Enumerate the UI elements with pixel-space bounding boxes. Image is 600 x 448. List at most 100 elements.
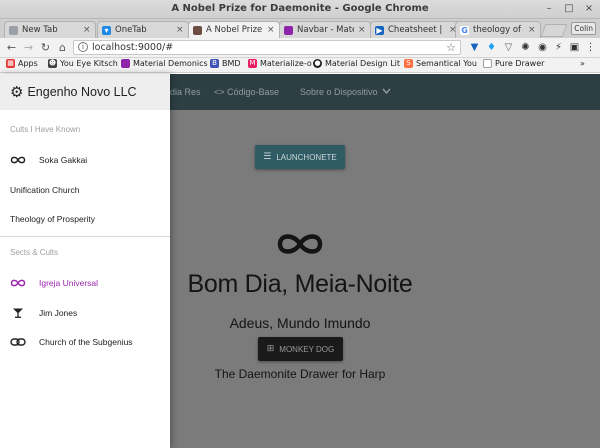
- inspector-extension-icon[interactable]: ▣: [569, 42, 580, 53]
- home-icon[interactable]: ⌂: [56, 41, 69, 54]
- address-url[interactable]: localhost:9000/#: [92, 42, 173, 53]
- tab-label: A Nobel Prize fo: [206, 25, 263, 35]
- tab-strip: New Tab × ▾ OneTab × A Nobel Prize fo × …: [0, 19, 600, 38]
- drawer-item-label: Soka Gakkai: [39, 155, 88, 165]
- you-eye-kitsch-icon: ☻: [48, 59, 57, 68]
- tab-cheatsheet[interactable]: ▶ Cheatsheet | F ×: [370, 21, 462, 38]
- tab-new-tab[interactable]: New Tab ×: [4, 21, 96, 38]
- bookmark-label: Material Design Lit: [325, 59, 401, 68]
- tab-label: theology of w: [473, 25, 524, 35]
- drawer-item-jim-jones[interactable]: Jim Jones: [0, 299, 170, 327]
- minimize-button[interactable]: –: [544, 3, 554, 15]
- onetab-extension-icon[interactable]: ▼: [469, 42, 480, 53]
- bookmark-label: Apps: [18, 59, 38, 68]
- twitter-extension-icon[interactable]: ♦: [486, 42, 497, 53]
- github-icon: ●: [313, 59, 322, 68]
- infinity-icon: [277, 234, 323, 254]
- chevron-down-icon[interactable]: [382, 88, 391, 94]
- menu-lines-icon: ☰: [263, 152, 272, 162]
- window-title: A Nobel Prize for Daemonite - Google Chr…: [171, 3, 429, 14]
- overflow-chevron-icon: »: [580, 59, 585, 68]
- tab-label: New Tab: [22, 25, 58, 35]
- camera-extension-icon[interactable]: ◉: [537, 42, 548, 53]
- user-profile-button[interactable]: Colin: [571, 22, 596, 35]
- gears-icon: ⚙: [10, 82, 24, 101]
- bookmark-bmd[interactable]: B BMD: [210, 59, 241, 68]
- drawer-item-label: Jim Jones: [39, 308, 78, 318]
- bookmarks-bar: ▦ Apps ☻ You Eye Kitsch Material Demonic…: [0, 58, 600, 73]
- tab-theology[interactable]: G theology of w ×: [455, 21, 541, 38]
- link-icon: [10, 338, 26, 346]
- drawer-item-label: Igreja Universal: [39, 278, 99, 288]
- forward-arrow-icon[interactable]: →: [22, 41, 35, 54]
- bookmark-apps[interactable]: ▦ Apps: [6, 59, 38, 68]
- newtab-icon: [9, 25, 18, 35]
- browser-toolbar: ← → ↻ ⌂ i localhost:9000/# ☆ ▼ ♦ ▽ ✺ ◉ ⚡…: [0, 38, 600, 58]
- nav-link-sobre[interactable]: Sobre o Dispositivo: [300, 87, 378, 97]
- close-icon[interactable]: ×: [528, 25, 536, 35]
- close-icon[interactable]: ×: [358, 25, 366, 35]
- nav-link-codigo-base[interactable]: <> Código-Base: [214, 87, 279, 97]
- tab-onetab[interactable]: ▾ OneTab ×: [97, 21, 189, 38]
- address-bar[interactable]: i localhost:9000/# ☆: [73, 40, 461, 55]
- drawer-item-igreja-universal[interactable]: Igreja Universal: [0, 269, 170, 297]
- sitemap-icon: ⊞: [266, 344, 275, 354]
- reload-icon[interactable]: ↻: [39, 41, 52, 54]
- bookmark-label: BMD: [222, 59, 241, 68]
- bookmark-label: Material Demonics: [133, 59, 208, 68]
- semantical-icon: S: [404, 59, 413, 68]
- bookmark-material-design-lite[interactable]: ● Material Design Lit: [313, 59, 400, 68]
- launchonete-label: LAUNCHONETE: [276, 152, 337, 162]
- cheatsheet-icon: ▶: [375, 25, 384, 35]
- window-titlebar: A Nobel Prize for Daemonite - Google Chr…: [0, 0, 600, 19]
- close-window-button[interactable]: ×: [584, 3, 594, 15]
- flash-extension-icon[interactable]: ⚡: [553, 42, 564, 53]
- side-drawer: ⚙ Engenho Novo LLC Cults I Have Known So…: [0, 74, 170, 448]
- tab-label: Navbar - Mate: [297, 25, 354, 35]
- bookmark-label: You Eye Kitsch: [60, 59, 118, 68]
- drawer-subheader-sects: Sects & Cults: [10, 248, 59, 257]
- drawer-item-label: Unification Church: [10, 185, 80, 195]
- bookmark-star-icon[interactable]: ☆: [446, 41, 456, 54]
- close-icon[interactable]: ×: [267, 25, 275, 35]
- drawer-item-theology-of-prosperity[interactable]: Theology of Prosperity: [0, 205, 170, 233]
- tab-label: Cheatsheet | F: [388, 25, 445, 35]
- bookmarks-overflow-button[interactable]: »: [580, 59, 585, 68]
- monkey-dog-button[interactable]: ⊞ MONKEY DOG: [258, 337, 343, 361]
- vuejs-extension-icon[interactable]: ▽: [503, 42, 514, 53]
- launchonete-button[interactable]: ☰ LAUNCHONETE: [255, 145, 345, 169]
- materialize-icon: [284, 25, 293, 35]
- drawer-divider: [0, 236, 170, 237]
- bookmark-materialize[interactable]: M Materialize-o: [248, 59, 312, 68]
- bookmark-you-eye-kitsch[interactable]: ☻ You Eye Kitsch: [48, 59, 118, 68]
- react-extension-icon[interactable]: ✺: [520, 42, 531, 53]
- bookmark-material-demonics[interactable]: Material Demonics: [121, 59, 208, 68]
- bmd-icon: B: [210, 59, 219, 68]
- drawer-item-church-of-the-subgenius[interactable]: Church of the Subgenius: [0, 328, 170, 356]
- new-tab-button[interactable]: [540, 24, 568, 37]
- menu-icon[interactable]: ⋮: [585, 42, 596, 53]
- close-icon[interactable]: ×: [176, 25, 184, 35]
- bookmark-pure-drawer[interactable]: Pure Drawer: [483, 59, 544, 68]
- nav-link-midia[interactable]: dia Res: [170, 87, 201, 97]
- tab-label: OneTab: [115, 25, 147, 35]
- drawer-subheader-cults: Cults I Have Known: [10, 125, 81, 134]
- google-icon: G: [460, 25, 469, 35]
- monkey-dog-label: MONKEY DOG: [279, 344, 335, 354]
- daemonite-icon: [193, 25, 202, 35]
- bookmark-label: Semantical You: [416, 59, 477, 68]
- infinity-icon: [10, 156, 26, 164]
- info-icon[interactable]: i: [78, 42, 88, 52]
- back-arrow-icon[interactable]: ←: [5, 41, 18, 54]
- infinity-icon: [10, 279, 26, 287]
- tab-navbar[interactable]: Navbar - Mate ×: [279, 21, 371, 38]
- page-icon: [483, 59, 492, 68]
- onetab-icon: ▾: [102, 25, 111, 35]
- drawer-item-soka-gakkai[interactable]: Soka Gakkai: [0, 146, 170, 174]
- maximize-button[interactable]: □: [564, 3, 574, 15]
- drawer-item-unification-church[interactable]: Unification Church: [0, 176, 170, 204]
- bookmark-semantical-you[interactable]: S Semantical You: [404, 59, 477, 68]
- tab-nobel-prize[interactable]: A Nobel Prize fo ×: [188, 21, 280, 38]
- drawer-brand[interactable]: ⚙ Engenho Novo LLC: [0, 74, 170, 110]
- close-icon[interactable]: ×: [83, 25, 91, 35]
